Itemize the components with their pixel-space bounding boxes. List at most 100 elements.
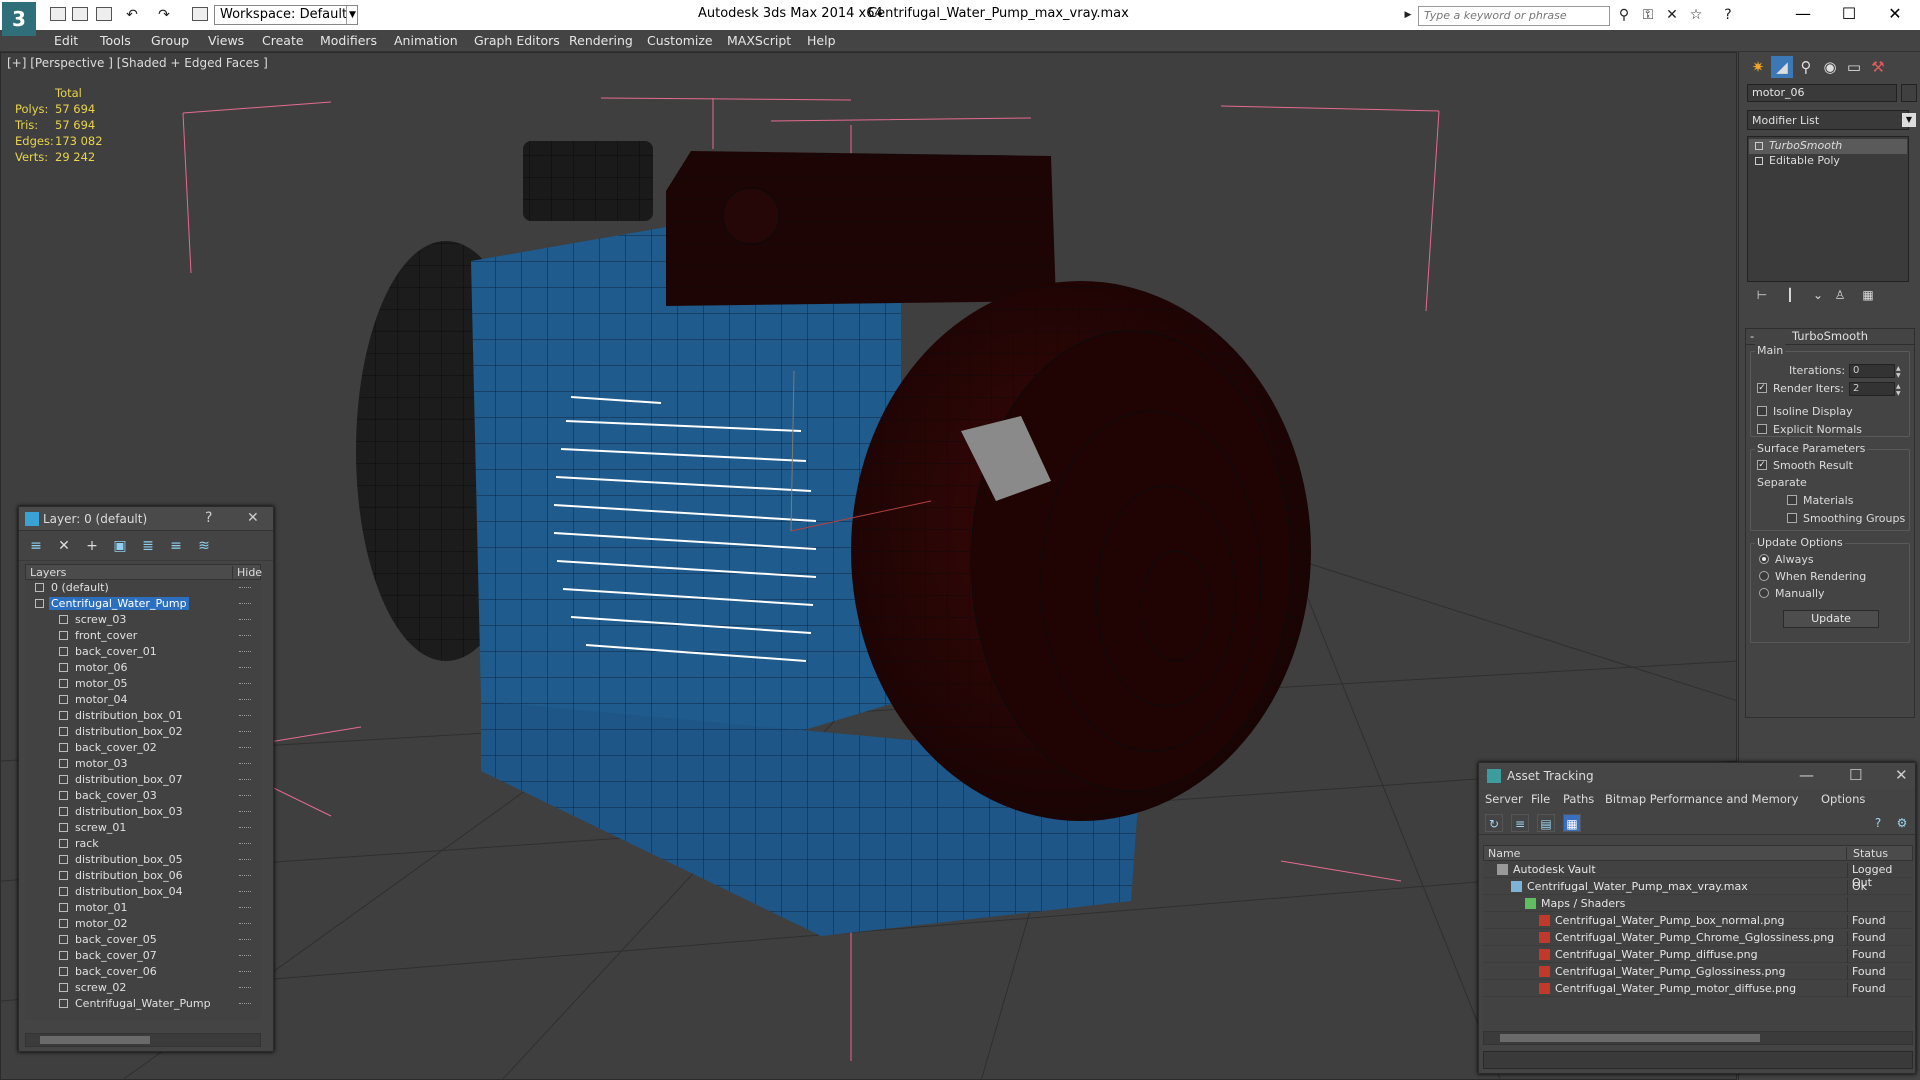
show-end-result-icon[interactable]: ┃ (1781, 288, 1799, 306)
layer-object-row[interactable]: distribution_box_04 (25, 884, 261, 900)
hide-toggle[interactable] (239, 1003, 251, 1005)
motion-tab-icon[interactable]: ◉ (1819, 56, 1841, 78)
asset-row[interactable]: Centrifugal_Water_Pump_box_normal.png Fou… (1483, 912, 1913, 929)
render-iters-spinner[interactable]: 2 ▲ ▼ (1849, 382, 1901, 397)
project-folder-icon[interactable] (192, 7, 208, 21)
modify-tab-icon[interactable]: ◢ (1771, 56, 1793, 78)
layer-object-row[interactable]: motor_02 (25, 916, 261, 932)
display-tab-icon[interactable]: ▭ (1843, 56, 1865, 78)
render-iters-checkbox[interactable]: ✓ (1757, 383, 1767, 393)
exchange-icon[interactable]: ✕ (1664, 7, 1680, 23)
layer-object-row[interactable]: motor_06 (25, 660, 261, 676)
app-logo[interactable]: 3 (2, 2, 36, 36)
menu-modifiers[interactable]: Modifiers (320, 33, 377, 48)
asset-row[interactable]: Centrifugal_Water_Pump_diffuse.png Found (1483, 946, 1913, 963)
layer-object-row[interactable]: screw_02 (25, 980, 261, 996)
hide-toggle[interactable] (239, 715, 251, 717)
grid-view-icon[interactable]: ▦ (1563, 814, 1581, 832)
menu-create[interactable]: Create (262, 33, 304, 48)
layer-object-row[interactable]: distribution_box_06 (25, 868, 261, 884)
smoothing-groups-checkbox[interactable] (1787, 513, 1797, 523)
minimize-icon[interactable]: — (1780, 0, 1826, 30)
layer-object-row[interactable]: motor_05 (25, 676, 261, 692)
stack-item-turbosmooth[interactable]: TurboSmooth (1749, 139, 1907, 154)
hide-toggle[interactable] (239, 907, 251, 909)
layer-object-row[interactable]: back_cover_02 (25, 740, 261, 756)
menu-animation[interactable]: Animation (394, 33, 458, 48)
isoline-display-checkbox[interactable] (1757, 406, 1767, 416)
close-icon[interactable]: ✕ (1872, 0, 1918, 30)
scrollbar-thumb[interactable] (40, 1036, 150, 1044)
make-unique-icon[interactable]: ⌄ (1809, 288, 1827, 306)
menu-graph-editors[interactable]: Graph Editors (474, 33, 560, 48)
hide-toggle[interactable] (239, 747, 251, 749)
layer-row[interactable]: Centrifugal_Water_Pump (25, 596, 261, 612)
table-view-icon[interactable]: ▤ (1537, 814, 1555, 832)
asset-row[interactable]: Maps / Shaders (1483, 895, 1913, 912)
object-name-field[interactable]: motor_06 (1747, 84, 1897, 102)
layer-object-row[interactable]: distribution_box_01 (25, 708, 261, 724)
hide-toggle[interactable] (239, 667, 251, 669)
binoculars-icon[interactable]: ⚲ (1616, 7, 1632, 23)
viewport-label[interactable]: [+] [Perspective ] [Shaded + Edged Faces… (7, 56, 268, 70)
menu-bitmap-performance[interactable]: Bitmap Performance and Memory (1605, 792, 1798, 806)
menu-help[interactable]: Help (807, 33, 836, 48)
iterations-spinner[interactable]: 0 ▲ ▼ (1849, 364, 1901, 379)
help-icon[interactable]: ? (1869, 814, 1887, 832)
delete-layer-icon[interactable]: ✕ (55, 537, 73, 555)
new-file-icon[interactable] (50, 7, 66, 21)
settings-icon[interactable]: ⚙ (1893, 814, 1911, 832)
asset-row[interactable]: Centrifugal_Water_Pump_Gglossiness.png Fo… (1483, 963, 1913, 980)
hide-toggle[interactable] (239, 795, 251, 797)
manually-radio[interactable] (1759, 588, 1769, 598)
layer-object-row[interactable]: back_cover_03 (25, 788, 261, 804)
add-to-layer-icon[interactable]: + (83, 537, 101, 555)
chevron-down-icon[interactable]: ▼ (346, 6, 358, 24)
update-button[interactable]: Update (1783, 610, 1879, 628)
maximize-icon[interactable]: ☐ (1826, 0, 1872, 30)
asset-row[interactable]: Autodesk Vault Logged Out (1483, 861, 1913, 889)
hide-toggle[interactable] (239, 891, 251, 893)
chevron-down-icon[interactable]: ▼ (1902, 113, 1916, 127)
hide-toggle[interactable] (239, 651, 251, 653)
explicit-normals-checkbox[interactable] (1757, 424, 1767, 434)
layer-object-row[interactable]: front_cover (25, 628, 261, 644)
menu-views[interactable]: Views (208, 33, 244, 48)
layer-object-row[interactable]: distribution_box_07 (25, 772, 261, 788)
hide-toggle[interactable] (239, 843, 251, 845)
expand-icon[interactable] (1755, 157, 1763, 165)
asset-tracking-titlebar[interactable]: Asset Tracking — ☐ ✕ (1479, 763, 1915, 789)
hide-toggle[interactable] (239, 699, 251, 701)
layer-panel-titlebar[interactable]: Layer: 0 (default) ? ✕ (19, 507, 273, 531)
menu-options[interactable]: Options (1821, 792, 1865, 806)
close-icon[interactable]: ✕ (1895, 766, 1908, 784)
layer-object-row[interactable]: back_cover_07 (25, 948, 261, 964)
hide-toggle[interactable] (239, 955, 251, 957)
always-radio[interactable] (1759, 554, 1769, 564)
hide-toggle[interactable] (239, 587, 251, 589)
pin-stack-icon[interactable]: ⊢ (1753, 288, 1771, 306)
expand-search-icon[interactable]: ▶ (1400, 7, 1416, 23)
hierarchy-tab-icon[interactable]: ⚲ (1795, 56, 1817, 78)
asset-row[interactable]: Centrifugal_Water_Pump_max_vray.max Ok (1483, 878, 1913, 895)
name-column-header[interactable]: Name (1488, 847, 1520, 860)
layer-object-row[interactable]: back_cover_05 (25, 932, 261, 948)
hide-toggle[interactable] (239, 875, 251, 877)
when-rendering-radio[interactable] (1759, 571, 1769, 581)
menu-server[interactable]: Server (1485, 792, 1523, 806)
rollout-header[interactable]: - TurboSmooth (1746, 329, 1914, 345)
layer-object-row[interactable]: back_cover_01 (25, 644, 261, 660)
open-file-icon[interactable] (72, 7, 88, 21)
layer-object-row[interactable]: screw_03 (25, 612, 261, 628)
search-input[interactable]: Type a keyword or phrase (1418, 6, 1610, 26)
hide-all-icon[interactable]: ≡ (167, 537, 185, 555)
menu-customize[interactable]: Customize (647, 33, 713, 48)
hide-toggle[interactable] (239, 683, 251, 685)
menu-maxscript[interactable]: MAXScript (727, 33, 791, 48)
hide-toggle[interactable] (239, 987, 251, 989)
layer-object-row[interactable]: rack (25, 836, 261, 852)
smooth-result-checkbox[interactable]: ✓ (1757, 460, 1767, 470)
hide-toggle[interactable] (239, 827, 251, 829)
create-tab-icon[interactable]: ✷ (1747, 56, 1769, 78)
stack-item-editable-poly[interactable]: Editable Poly (1749, 154, 1907, 169)
